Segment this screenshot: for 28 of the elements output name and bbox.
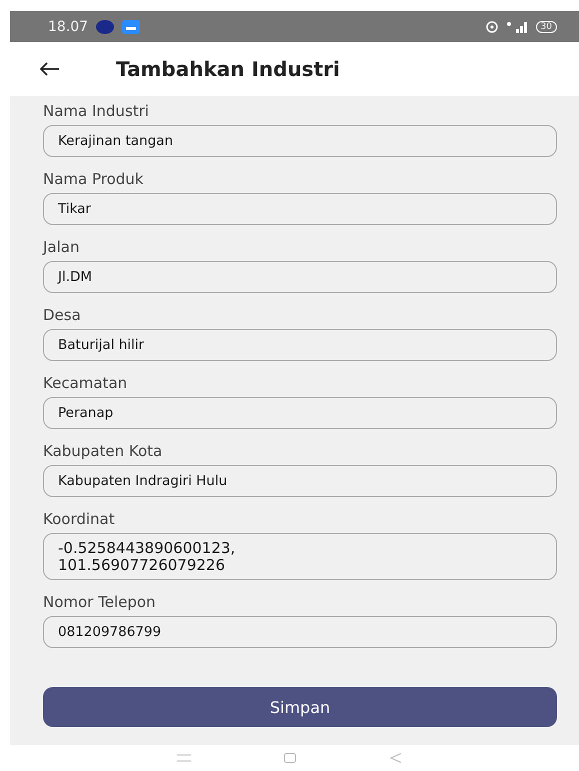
field-label: Desa xyxy=(43,306,82,325)
battery-indicator: 30 xyxy=(536,20,557,32)
input-field[interactable]: Peranap xyxy=(43,397,557,429)
field-label: Jalan xyxy=(43,238,80,257)
input-field[interactable]: 081209786799 xyxy=(43,616,557,648)
field-label: Nomor Telepon xyxy=(43,593,157,612)
input-field[interactable]: Tikar xyxy=(43,193,557,225)
back-icon[interactable] xyxy=(390,753,402,763)
signal-icon xyxy=(506,20,528,32)
field-label: Kabupaten Kota xyxy=(43,442,164,461)
home-icon[interactable] xyxy=(284,753,296,763)
field-label: Nama Industri xyxy=(43,102,150,121)
field-label: Nama Produk xyxy=(43,170,144,189)
app-icon xyxy=(122,20,140,34)
input-field[interactable]: Baturijal hilir xyxy=(43,329,557,361)
back-arrow-icon[interactable] xyxy=(40,62,60,76)
save-button[interactable]: Simpan xyxy=(43,687,557,727)
app-icon xyxy=(96,20,114,34)
screen-title: Tambahkan Industri xyxy=(116,57,340,81)
input-field[interactable]: Jl.DM xyxy=(43,261,557,293)
menu-icon[interactable] xyxy=(176,754,191,762)
field-label: Kecamatan xyxy=(43,374,128,393)
location-icon xyxy=(486,20,498,32)
input-field[interactable]: Kerajinan tangan xyxy=(43,125,557,157)
field-label: Koordinat xyxy=(43,510,116,529)
status-time: 18.07 xyxy=(48,18,88,34)
input-field[interactable]: Kabupaten Indragiri Hulu xyxy=(43,465,557,497)
input-field[interactable]: -0.5258443890600123, 101.56907726079226 xyxy=(43,533,557,580)
